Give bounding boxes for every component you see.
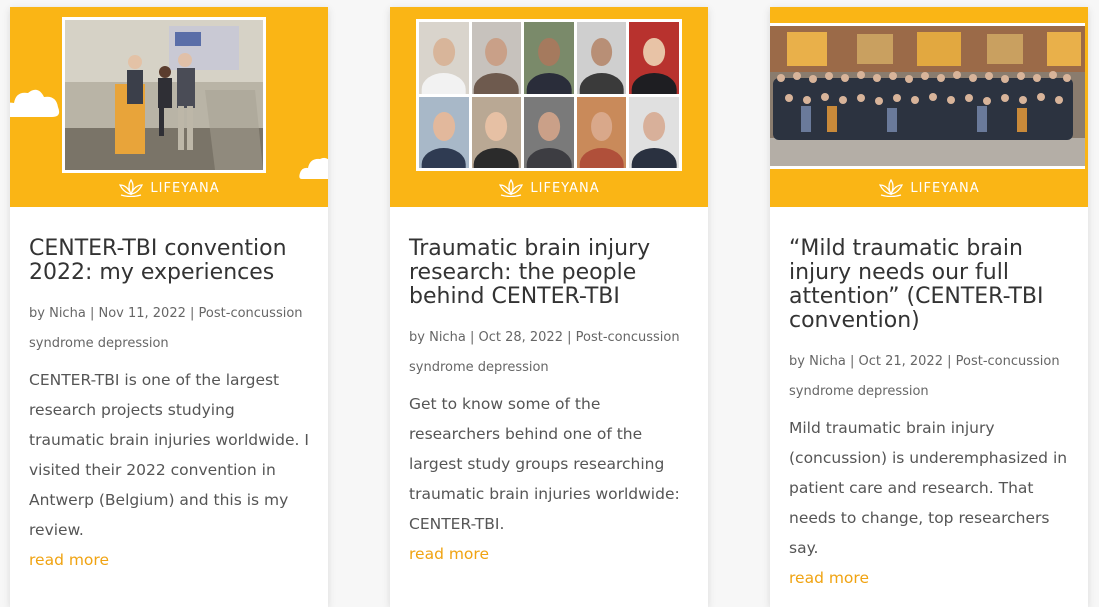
author-link[interactable]: Nicha	[49, 306, 86, 321]
cloud-decoration	[10, 85, 62, 123]
post-excerpt: Get to know some of the researchers behi…	[409, 395, 680, 533]
lotus-icon	[119, 179, 144, 197]
read-more-link[interactable]: read more	[789, 563, 1069, 593]
meta-by: by	[409, 330, 425, 345]
researcher-portrait	[524, 22, 574, 94]
researcher-portrait	[419, 22, 469, 94]
post-excerpt: Mild traumatic brain injury (concussion)…	[789, 419, 1068, 557]
post-title[interactable]: “Mild traumatic brain injury needs our f…	[789, 237, 1069, 333]
researcher-portrait	[629, 96, 679, 168]
post-banner-image[interactable]: LIFEYANA	[390, 7, 708, 207]
researcher-portrait	[471, 96, 522, 168]
meta-separator: |	[947, 354, 952, 369]
post-banner-image[interactable]: LIFEYANA	[770, 7, 1088, 207]
post-banner-image[interactable]: LIFEYANA	[10, 7, 328, 207]
brand-name: LIFEYANA	[150, 180, 220, 196]
lifeyana-logo: LIFEYANA	[770, 175, 1088, 201]
blog-card-3: LIFEYANA “Mild traumatic brain injury ne…	[770, 7, 1088, 607]
brand-name: LIFEYANA	[910, 180, 980, 196]
post-date: Oct 21, 2022	[858, 354, 943, 369]
post-meta: by Nicha | Nov 11, 2022 | Post-concussio…	[29, 299, 309, 359]
read-more-link[interactable]: read more	[29, 545, 309, 575]
brand-name: LIFEYANA	[530, 180, 600, 196]
meta-separator: |	[469, 330, 475, 345]
researcher-portrait	[524, 96, 574, 168]
author-link[interactable]: Nicha	[429, 330, 466, 345]
meta-separator: |	[190, 306, 195, 321]
author-link[interactable]: Nicha	[809, 354, 846, 369]
researcher-portrait	[629, 22, 679, 94]
post-excerpt: CENTER-TBI is one of the largest researc…	[29, 371, 309, 539]
post-meta: by Nicha | Oct 28, 2022 | Post-concussio…	[409, 323, 689, 383]
group-photo	[770, 23, 1085, 169]
convention-stage-photo	[62, 17, 266, 173]
post-title[interactable]: CENTER-TBI convention 2022: my experienc…	[29, 237, 309, 285]
blog-card-1: LIFEYANA CENTER-TBI convention 2022: my …	[10, 7, 328, 607]
lotus-icon	[499, 179, 524, 197]
post-meta: by Nicha | Oct 21, 2022 | Post-concussio…	[789, 347, 1069, 407]
meta-separator: |	[849, 354, 855, 369]
meta-by: by	[29, 306, 45, 321]
meta-separator: |	[89, 306, 95, 321]
meta-by: by	[789, 354, 805, 369]
researcher-portrait	[471, 22, 522, 94]
researcher-portrait	[576, 96, 627, 168]
lifeyana-logo: LIFEYANA	[390, 175, 708, 201]
post-date: Nov 11, 2022	[98, 306, 186, 321]
researcher-portrait-grid	[416, 19, 682, 171]
meta-separator: |	[567, 330, 572, 345]
researcher-portrait	[419, 96, 469, 168]
lifeyana-logo: LIFEYANA	[10, 175, 328, 201]
read-more-link[interactable]: read more	[409, 539, 689, 569]
post-date: Oct 28, 2022	[478, 330, 563, 345]
blog-card-2: LIFEYANA Traumatic brain injury research…	[390, 7, 708, 607]
post-title[interactable]: Traumatic brain injury research: the peo…	[409, 237, 689, 309]
lotus-icon	[879, 179, 904, 197]
researcher-portrait	[576, 22, 627, 94]
